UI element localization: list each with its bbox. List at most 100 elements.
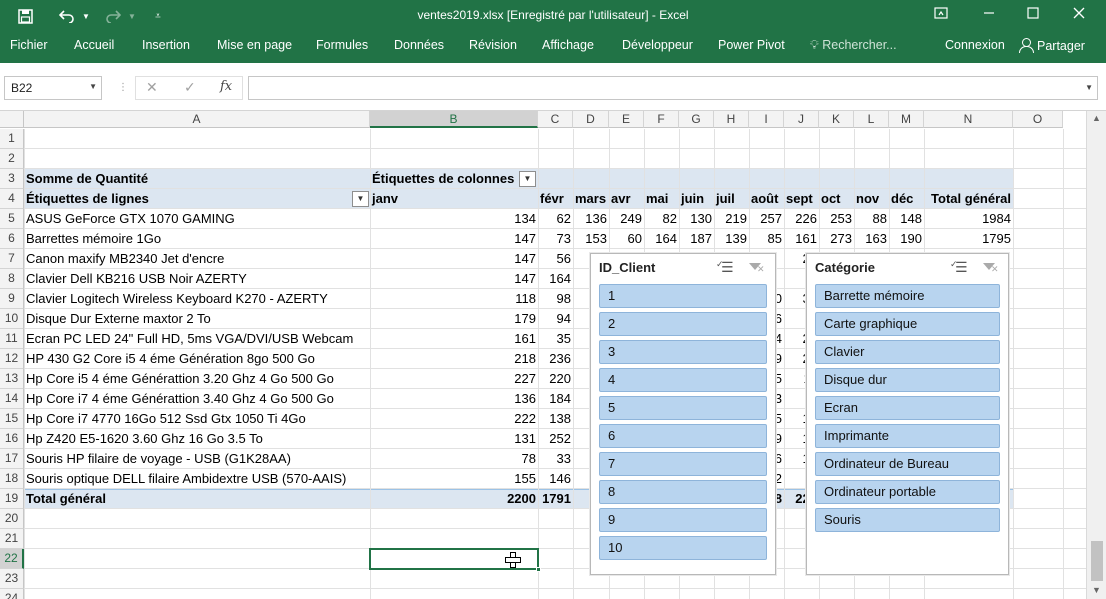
slicer-item[interactable]: Souris [815, 508, 1000, 532]
value-cell[interactable]: 73 [538, 229, 573, 249]
share-button[interactable]: Partager [1019, 38, 1085, 53]
row-total-cell[interactable]: 1984 [924, 209, 1013, 229]
vertical-scrollbar[interactable]: ▲ ▼ [1086, 111, 1106, 599]
pivot-value-field[interactable]: Somme de Quantité [24, 169, 370, 189]
slicer-item[interactable]: 2 [599, 312, 767, 336]
row-header-3[interactable]: 3 [0, 169, 24, 189]
scroll-down-icon[interactable]: ▼ [1092, 585, 1101, 595]
column-header-k[interactable]: K [819, 111, 854, 128]
row-header-22[interactable]: 22 [0, 549, 24, 569]
slicer-categorie[interactable]: Catégorie Barrette mémoire Carte graphiqu… [806, 253, 1009, 575]
product-label[interactable]: Hp Core i7 4770 16Go 512 Ssd Gtx 1050 Ti… [24, 409, 370, 429]
product-label[interactable]: Ecran PC LED 24" Full HD, 5ms VGA/DVI/US… [24, 329, 370, 349]
slicer-id-client[interactable]: ID_Client 1 2 3 4 5 6 7 8 9 10 [590, 253, 776, 575]
fill-handle[interactable] [536, 567, 541, 572]
row-header-20[interactable]: 20 [0, 509, 24, 529]
tell-me-search[interactable]: 💡︎ Rechercher... [810, 38, 897, 53]
multi-select-icon[interactable] [950, 259, 971, 276]
month-header-6[interactable]: juil [714, 189, 749, 209]
slicer-item[interactable]: 3 [599, 340, 767, 364]
value-cell[interactable]: 35 [538, 329, 573, 349]
value-cell[interactable]: 147 [370, 249, 538, 269]
slicer-item[interactable]: 4 [599, 368, 767, 392]
value-cell[interactable]: 56 [538, 249, 573, 269]
slicer-item[interactable]: Carte graphique [815, 312, 1000, 336]
product-label[interactable]: Canon maxify MB2340 Jet d'encre [24, 249, 370, 269]
value-cell[interactable]: 227 [370, 369, 538, 389]
slicer-item[interactable]: 10 [599, 536, 767, 560]
tab-donnees[interactable]: Données [394, 38, 444, 52]
column-header-h[interactable]: H [714, 111, 749, 128]
value-cell[interactable]: 252 [538, 429, 573, 449]
value-cell[interactable]: 139 [714, 229, 749, 249]
row-header-4[interactable]: 4 [0, 189, 24, 209]
scroll-up-icon[interactable]: ▲ [1092, 113, 1101, 123]
value-cell[interactable]: 134 [370, 209, 538, 229]
month-header-1[interactable]: févr [538, 189, 573, 209]
value-cell[interactable]: 88 [854, 209, 889, 229]
value-cell[interactable]: 155 [370, 469, 538, 489]
insert-function-icon[interactable]: fx [220, 79, 232, 94]
value-cell[interactable]: 138 [538, 409, 573, 429]
tab-formules[interactable]: Formules [316, 38, 368, 52]
value-cell[interactable]: 130 [679, 209, 714, 229]
value-cell[interactable]: 236 [538, 349, 573, 369]
row-header-13[interactable]: 13 [0, 369, 24, 389]
row-header-6[interactable]: 6 [0, 229, 24, 249]
value-cell[interactable]: 218 [370, 349, 538, 369]
tab-fichier[interactable]: Fichier [10, 38, 48, 52]
slicer-item[interactable]: Clavier [815, 340, 1000, 364]
column-header-a[interactable]: A [24, 111, 370, 128]
tab-insertion[interactable]: Insertion [142, 38, 190, 52]
ribbon-display-icon[interactable] [930, 6, 952, 26]
row-header-5[interactable]: 5 [0, 209, 24, 229]
value-cell[interactable]: 60 [609, 229, 644, 249]
multi-select-icon[interactable] [716, 259, 737, 276]
value-cell[interactable]: 146 [538, 469, 573, 489]
column-filter-button[interactable]: ▼ [519, 171, 536, 187]
column-header-l[interactable]: L [854, 111, 889, 128]
clear-filter-icon[interactable] [981, 260, 999, 276]
row-header-15[interactable]: 15 [0, 409, 24, 429]
value-cell[interactable]: 164 [644, 229, 679, 249]
slicer-item[interactable]: 6 [599, 424, 767, 448]
column-header-m[interactable]: M [889, 111, 924, 128]
slicer-item[interactable]: Imprimante [815, 424, 1000, 448]
product-label[interactable]: Souris optique DELL filaire Ambidextre U… [24, 469, 370, 489]
month-header-11[interactable]: déc [889, 189, 924, 209]
pivot-column-labels[interactable]: Étiquettes de colonnes [370, 169, 520, 189]
value-cell[interactable]: 184 [538, 389, 573, 409]
slicer-item[interactable]: 5 [599, 396, 767, 420]
row-header-2[interactable]: 2 [0, 149, 24, 169]
value-cell[interactable]: 85 [749, 229, 784, 249]
row-header-18[interactable]: 18 [0, 469, 24, 489]
value-cell[interactable]: 33 [538, 449, 573, 469]
tab-power-pivot[interactable]: Power Pivot [718, 38, 785, 52]
column-header-o[interactable]: O [1013, 111, 1063, 128]
product-label[interactable]: Disque Dur Externe maxtor 2 To [24, 309, 370, 329]
row-total-cell[interactable]: 1795 [924, 229, 1013, 249]
row-header-12[interactable]: 12 [0, 349, 24, 369]
value-cell[interactable]: 219 [714, 209, 749, 229]
month-header-7[interactable]: août [749, 189, 784, 209]
product-label[interactable]: Hp Z420 E5-1620 3.60 Ghz 16 Go 3.5 To [24, 429, 370, 449]
row-header-1[interactable]: 1 [0, 129, 24, 149]
column-header-j[interactable]: J [784, 111, 819, 128]
value-cell[interactable]: 163 [854, 229, 889, 249]
signin-link[interactable]: Connexion [945, 38, 1005, 52]
slicer-item[interactable]: Ecran [815, 396, 1000, 420]
month-header-9[interactable]: oct [819, 189, 854, 209]
value-cell[interactable]: 187 [679, 229, 714, 249]
value-cell[interactable]: 161 [784, 229, 819, 249]
row-header-23[interactable]: 23 [0, 569, 24, 589]
row-header-10[interactable]: 10 [0, 309, 24, 329]
value-cell[interactable]: 220 [538, 369, 573, 389]
value-cell[interactable]: 147 [370, 269, 538, 289]
row-filter-button[interactable]: ▼ [352, 191, 369, 207]
value-cell[interactable]: 190 [889, 229, 924, 249]
value-cell[interactable]: 78 [370, 449, 538, 469]
grand-total-label[interactable]: Total général [24, 489, 370, 509]
product-label[interactable]: Barrettes mémoire 1Go [24, 229, 370, 249]
scroll-thumb[interactable] [1091, 541, 1103, 581]
close-icon[interactable] [1068, 6, 1090, 26]
